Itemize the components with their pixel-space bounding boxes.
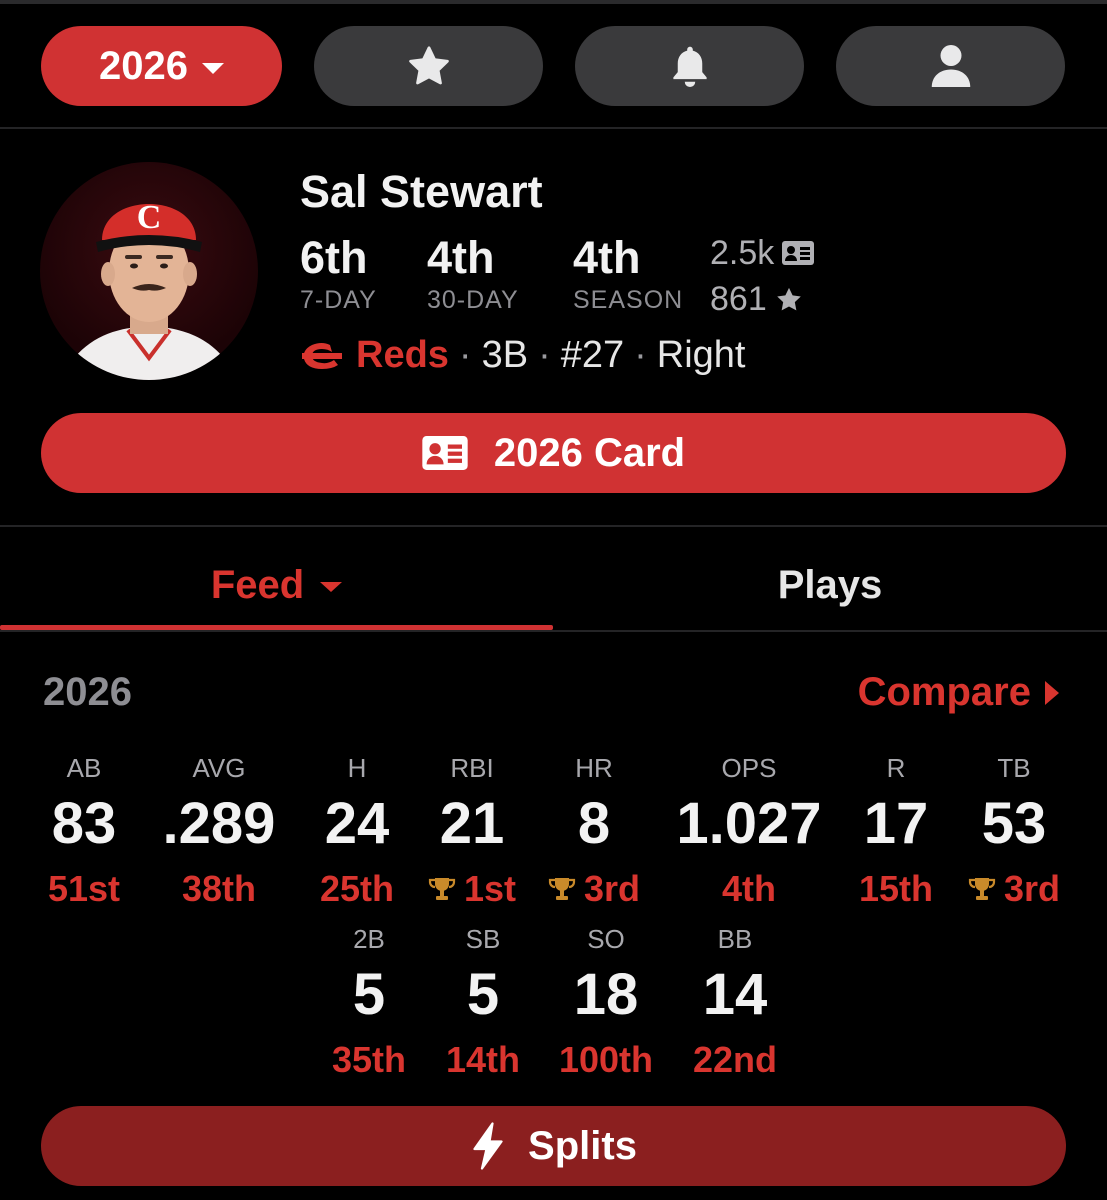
- id-card-icon: [782, 241, 815, 265]
- stat-rank-text: 3rd: [583, 868, 641, 909]
- stat-tb: TB 53 3rd: [934, 753, 1094, 909]
- stat-rank-text: 100th: [558, 1039, 654, 1080]
- stat-rank-text: 4th: [722, 868, 776, 909]
- stat-rank: 22nd: [655, 1040, 815, 1080]
- player-photo: C: [60, 199, 238, 380]
- bell-icon: [672, 46, 707, 87]
- stat-label: AVG: [192, 753, 246, 783]
- stat-avg: AVG .289 38th: [139, 753, 299, 909]
- rank-30day-value: 4th: [427, 232, 495, 283]
- player-name: Sal Stewart: [300, 166, 543, 217]
- stat-value: 14: [702, 962, 768, 1027]
- year-selector-button[interactable]: 2026: [41, 26, 282, 106]
- rank-30day-label: 30-DAY: [427, 286, 519, 314]
- year-selector-label: 2026: [99, 43, 188, 88]
- profile-button[interactable]: [836, 26, 1065, 106]
- stat-bb: BB 14 22nd: [655, 924, 815, 1080]
- stat-rank-text: 25th: [319, 868, 395, 909]
- star-count: 861: [710, 276, 814, 322]
- stat-rank: 3rd: [934, 869, 1094, 909]
- stat-rank-text: 15th: [858, 868, 934, 909]
- stat-rank-text: 3rd: [1003, 868, 1061, 909]
- stat-hr: HR 8 3rd: [514, 753, 674, 909]
- trophy-icon: [428, 878, 456, 900]
- section-divider: [0, 525, 1107, 527]
- stat-value: 1.027: [676, 791, 822, 856]
- stat-rank-text: 51st: [47, 868, 121, 909]
- stat-value: 53: [981, 791, 1047, 856]
- compare-button[interactable]: Compare: [858, 670, 1059, 715]
- card-count: 2.5k: [710, 230, 815, 276]
- compare-label: Compare: [857, 670, 1031, 714]
- notifications-button[interactable]: [575, 26, 804, 106]
- reds-logo-icon: [302, 342, 342, 369]
- tab-plays-label: Plays: [777, 562, 883, 607]
- season-year: 2026: [43, 670, 132, 714]
- header-divider: [0, 127, 1107, 129]
- separator: ·: [538, 334, 551, 376]
- stat-rank-text: 14th: [445, 1039, 521, 1080]
- tab-feed[interactable]: Feed: [0, 555, 553, 615]
- stat-rank-text: 38th: [181, 868, 257, 909]
- rank-7day: 6th 7-DAY: [300, 232, 377, 315]
- top-nav: 2026: [41, 26, 1066, 106]
- season-card-button[interactable]: 2026 Card: [41, 413, 1066, 493]
- tabs-divider: [0, 630, 1107, 632]
- rank-season-value: 4th: [573, 232, 641, 283]
- svg-text:C: C: [137, 199, 162, 236]
- player-avatar: C: [40, 162, 258, 380]
- team-name[interactable]: Reds: [356, 334, 449, 377]
- stat-rank-text: 1st: [463, 868, 517, 909]
- player-bats: Right: [656, 334, 746, 376]
- stat-rank-text: 35th: [331, 1039, 407, 1080]
- rank-7day-label: 7-DAY: [300, 286, 377, 314]
- star-count-value: 861: [710, 279, 767, 318]
- separator: ·: [634, 334, 647, 376]
- star-icon: [408, 46, 449, 85]
- stat-ops: OPS 1.027 4th: [669, 753, 829, 909]
- player-team-line: Reds · 3B · #27 · Right: [300, 334, 746, 377]
- chevron-right-icon: [1045, 680, 1059, 705]
- star-icon: [776, 287, 801, 310]
- stat-label: BB: [717, 924, 753, 954]
- stat-value: 8: [577, 791, 611, 856]
- splits-button[interactable]: Splits: [41, 1106, 1066, 1186]
- player-position: 3B: [481, 334, 529, 376]
- stat-label: TB: [997, 753, 1031, 783]
- stat-rank: 3rd: [514, 869, 674, 909]
- stat-rank: 38th: [139, 869, 299, 909]
- stat-label: OPS: [721, 753, 777, 783]
- lightning-bolt-icon: [473, 1122, 503, 1170]
- id-card-icon: [422, 436, 468, 470]
- rank-season-label: SEASON: [573, 286, 684, 314]
- separator: ·: [458, 334, 472, 376]
- player-counts: 2.5k 861: [710, 230, 815, 322]
- tab-plays[interactable]: Plays: [553, 555, 1107, 615]
- season-card-label: 2026 Card: [493, 430, 686, 475]
- rank-season: 4th SEASON: [573, 232, 683, 315]
- stat-label: HR: [575, 753, 613, 783]
- rank-30day: 4th 30-DAY: [427, 232, 519, 315]
- splits-label: Splits: [528, 1123, 637, 1168]
- favorites-button[interactable]: [314, 26, 543, 106]
- trophy-icon: [968, 878, 996, 900]
- stat-rank-text: 22nd: [692, 1039, 778, 1080]
- trophy-icon: [548, 878, 576, 900]
- rank-7day-value: 6th: [300, 232, 368, 283]
- top-edge-line: [0, 0, 1107, 4]
- caret-down-icon: [201, 62, 224, 74]
- caret-down-icon: [320, 582, 343, 592]
- player-number: #27: [560, 334, 625, 376]
- user-icon: [931, 45, 970, 87]
- stat-rank: 4th: [669, 869, 829, 909]
- card-count-value: 2.5k: [710, 233, 775, 272]
- tab-feed-label: Feed: [210, 562, 305, 607]
- stat-value: .289: [162, 791, 276, 856]
